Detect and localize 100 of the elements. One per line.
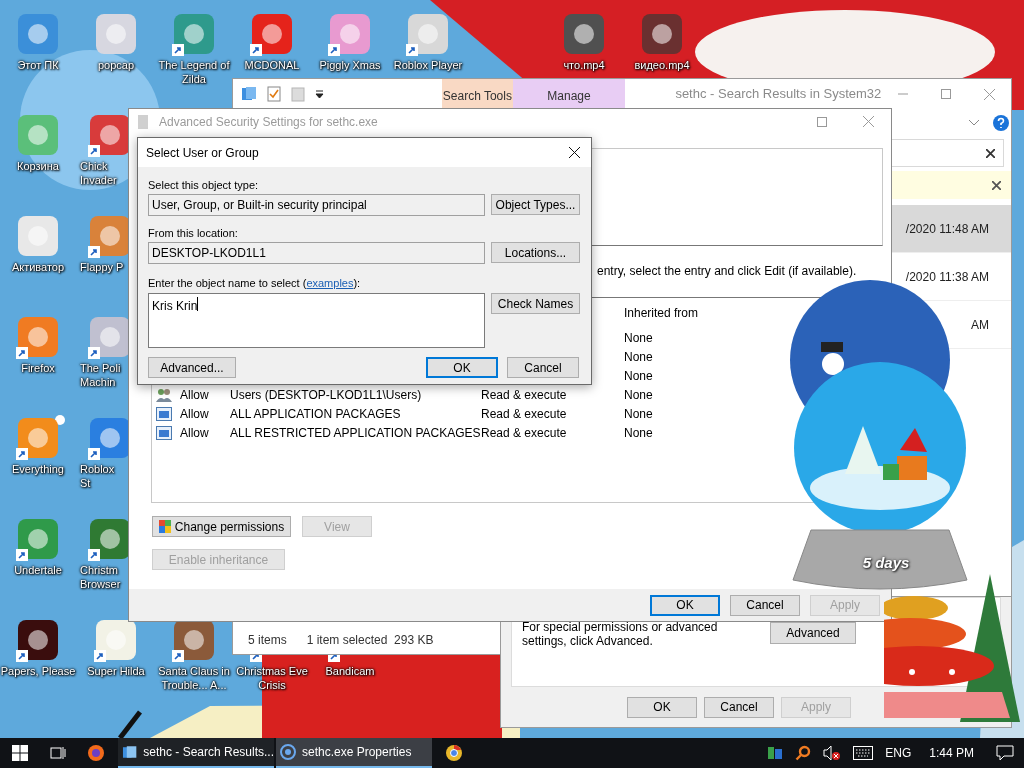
- inherited-cell-text: None: [624, 329, 653, 347]
- examples-link[interactable]: examples: [306, 277, 354, 289]
- location-field[interactable]: DESKTOP-LKOD1L1: [148, 242, 485, 264]
- dropdown-icon[interactable]: [315, 89, 324, 99]
- windows-logo-icon: [12, 745, 28, 761]
- principal-cell: ALL APPLICATION PACKAGES: [230, 406, 401, 421]
- clock[interactable]: 1:44 PM: [929, 744, 974, 762]
- close-icon: [983, 88, 995, 100]
- inherited-cell-text: None: [624, 386, 653, 404]
- folder-icon: [122, 744, 138, 760]
- icon-label: Chick Invader: [80, 159, 118, 187]
- chevron-down-icon[interactable]: [969, 120, 979, 126]
- principal-cell: ALL RESTRICTED APPLICATION PACKAGES: [230, 425, 481, 440]
- dialog-button[interactable]: OK: [627, 696, 697, 718]
- icon-label: видео.mp4: [633, 58, 691, 72]
- taskbar-window-button[interactable]: sethc - Search Results...: [118, 738, 274, 768]
- window-title: sethc - Search Results in System32: [674, 85, 882, 104]
- instruction-text: entry, select the entry and click Edit (if available).: [597, 263, 858, 280]
- icon-label: Papers, Please: [0, 664, 77, 678]
- context-tab[interactable]: Search Tools: [442, 79, 513, 109]
- taskbar-window-button[interactable]: sethc.exe Properties: [276, 738, 432, 768]
- dialog-title: Select User or Group: [146, 144, 259, 162]
- search-field[interactable]: [890, 139, 1004, 167]
- chrome-icon: [445, 744, 463, 762]
- object-type-field[interactable]: User, Group, or Built-in security principal: [148, 194, 485, 216]
- dialog-button[interactable]: Advanced...: [148, 357, 236, 378]
- locations-button[interactable]: Locations...: [491, 242, 580, 263]
- maximize-icon: [817, 116, 827, 127]
- inherited-cell-text: None: [624, 348, 653, 366]
- app-icon[interactable]: [16, 618, 60, 662]
- field-label: Enter the object name to select (examples):: [148, 276, 362, 290]
- notifications-icon[interactable]: [996, 745, 1014, 761]
- icon-label: Bandicam: [324, 664, 376, 678]
- window-icon[interactable]: [241, 86, 257, 102]
- type-cell: Allow: [180, 425, 209, 440]
- maximize-icon: [941, 89, 952, 99]
- countdown-label: 5 days: [861, 553, 911, 573]
- keyboard-icon[interactable]: [853, 746, 874, 760]
- selection-info: 1 item selected 293 KB: [306, 632, 434, 649]
- package-icon: [156, 406, 172, 421]
- inherited-cell-text: None: [624, 424, 653, 442]
- object-name-field[interactable]: Kris Krin: [148, 293, 485, 348]
- icon-label: Piggly Xmas: [318, 58, 382, 72]
- close-icon: [862, 116, 874, 127]
- icon-label: Активатор: [10, 260, 66, 274]
- principal-cell: Users (DESKTOP-LKOD1L1\Users): [230, 387, 422, 402]
- volume-muted-icon[interactable]: [823, 745, 842, 761]
- icon-label: Undertale: [13, 563, 63, 577]
- dialog-button[interactable]: Cancel: [730, 594, 800, 616]
- dialog-button[interactable]: Cancel: [507, 357, 579, 378]
- icon-label: что.mp4: [562, 58, 606, 72]
- field-label: From this location:: [148, 226, 239, 240]
- clear-icon[interactable]: [986, 148, 995, 158]
- close-icon: [568, 147, 580, 158]
- icon-label: Корзина: [16, 159, 60, 173]
- users-icon: [156, 387, 172, 402]
- inherited-cell-text: None: [624, 405, 653, 423]
- icon-label: The Legend of Zilda: [157, 58, 231, 86]
- help-icon[interactable]: [993, 115, 1009, 131]
- check-names-button[interactable]: Check Names: [491, 293, 580, 314]
- icon-label: Firefox: [20, 361, 56, 375]
- type-cell: Allow: [180, 406, 209, 421]
- access-cell: Read & execute: [481, 387, 567, 402]
- tray-app-icon[interactable]: [767, 745, 784, 761]
- inherited-cell-text: None: [624, 367, 653, 385]
- window-title: Advanced Security Settings for sethc.exe: [159, 113, 378, 131]
- context-tab[interactable]: Manage: [512, 79, 626, 109]
- date-modified: AM: [971, 316, 989, 334]
- properties-icon[interactable]: [267, 86, 281, 102]
- dialog-button[interactable]: OK: [426, 357, 498, 378]
- window-icon: [137, 113, 151, 130]
- icon-label: MCDONAL: [243, 58, 301, 72]
- icon-label: Christm Browser: [80, 563, 122, 591]
- access-cell: Read & execute: [481, 425, 567, 440]
- icon-label: Roblox Player: [392, 58, 464, 72]
- icon-label: Santa Claus in Trouble... A...: [157, 664, 231, 692]
- icon-label: Этот ПК: [16, 58, 60, 72]
- search-icon[interactable]: [795, 745, 812, 761]
- icon-label: The Poli Machin: [80, 361, 122, 389]
- icon-label: Flappy P: [80, 260, 125, 274]
- date-modified: /2020 11:48 AM: [905, 220, 989, 238]
- change-permissions-button[interactable]: Change permissions: [152, 516, 291, 537]
- icon-label: Super Hilda: [86, 664, 146, 678]
- dialog-button[interactable]: OK: [650, 594, 720, 616]
- field-label: Select this object type:: [148, 178, 260, 192]
- language-indicator[interactable]: ENG: [885, 744, 912, 762]
- type-cell: Allow: [180, 387, 209, 402]
- package-icon: [156, 425, 172, 440]
- advanced-note: For special permissions or advanced settings, click Advanced.: [522, 620, 719, 648]
- icon-label: Everything: [11, 462, 65, 476]
- object-types-button[interactable]: Object Types...: [491, 194, 580, 215]
- dialog-button[interactable]: Cancel: [704, 696, 774, 718]
- firefox-icon: [87, 744, 105, 762]
- task-view-icon: [50, 746, 66, 760]
- date-modified: /2020 11:38 AM: [905, 268, 989, 286]
- advanced-button[interactable]: Advanced: [770, 622, 856, 644]
- column-header[interactable]: Inherited from: [624, 304, 699, 322]
- icon-label: popcap: [96, 58, 136, 72]
- item-count: 5 items: [248, 632, 287, 649]
- close-icon[interactable]: [992, 180, 1001, 190]
